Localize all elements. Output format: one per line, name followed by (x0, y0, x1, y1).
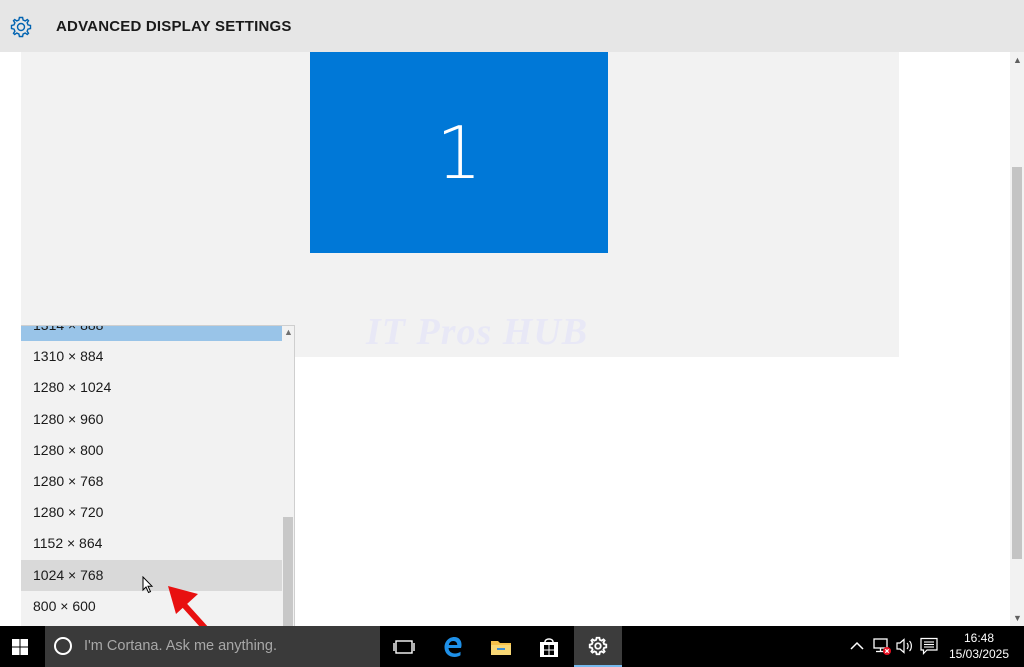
page-scrollbar[interactable]: ▲ ▼ (1010, 52, 1024, 626)
display-preview-area: 1 IT Pros HUB (21, 52, 899, 357)
resolution-option[interactable]: 1310 × 884 (21, 341, 282, 372)
resolution-option[interactable]: 1280 × 800 (21, 435, 282, 466)
dropdown-scroll-up-icon[interactable]: ▲ (284, 327, 293, 337)
clock-date: 15/03/2025 (948, 647, 1010, 661)
windows-start-icon[interactable] (12, 639, 28, 655)
page-title: ADVANCED DISPLAY SETTINGS (56, 18, 292, 35)
page-scrollbar-thumb[interactable] (1012, 167, 1022, 559)
cortana-icon (54, 637, 72, 655)
monitor-number: 1 (436, 110, 482, 195)
settings-taskbar-button[interactable] (574, 626, 622, 667)
gear-icon (10, 16, 32, 38)
system-clock[interactable]: 16:48 15/03/2025 (946, 630, 1012, 662)
chevron-up-icon[interactable] (849, 638, 865, 654)
resolution-option[interactable]: 1280 × 768 (21, 466, 282, 497)
watermark: IT Pros HUB (366, 311, 589, 353)
settings-gear-icon (588, 636, 608, 656)
resolution-option[interactable]: 1152 × 864 (21, 528, 282, 559)
file-explorer-icon[interactable] (488, 634, 514, 660)
search-placeholder: I'm Cortana. Ask me anything. (84, 638, 277, 654)
scroll-down-arrow-icon[interactable]: ▼ (1013, 613, 1022, 623)
task-view-icon[interactable] (391, 634, 417, 660)
resolution-option[interactable]: 1280 × 960 (21, 404, 282, 435)
store-icon[interactable] (536, 634, 562, 660)
mouse-pointer-icon (142, 576, 154, 594)
edge-browser-icon[interactable] (440, 634, 466, 660)
cortana-search-box[interactable]: I'm Cortana. Ask me anything. (45, 626, 380, 667)
dropdown-scrollbar-thumb[interactable] (283, 517, 293, 627)
scroll-up-arrow-icon[interactable]: ▲ (1013, 55, 1022, 65)
resolution-dropdown-list[interactable]: 1314 × 888 1310 × 884 1280 × 1024 1280 ×… (21, 325, 295, 627)
volume-icon[interactable] (895, 636, 915, 656)
taskbar: I'm Cortana. Ask me anything. 16:48 15/0… (0, 626, 1024, 667)
resolution-option-selected[interactable]: 1314 × 888 (21, 326, 282, 342)
resolution-option[interactable]: 1280 × 720 (21, 497, 282, 528)
title-bar: ADVANCED DISPLAY SETTINGS (0, 0, 1024, 52)
dropdown-scrollbar[interactable]: ▲ (282, 326, 294, 627)
monitor-tile[interactable]: 1 (310, 52, 608, 253)
clock-time: 16:48 (963, 631, 995, 645)
network-disconnected-icon[interactable] (872, 636, 892, 656)
action-center-icon[interactable] (919, 636, 939, 656)
resolution-option[interactable]: 1280 × 1024 (21, 372, 282, 403)
